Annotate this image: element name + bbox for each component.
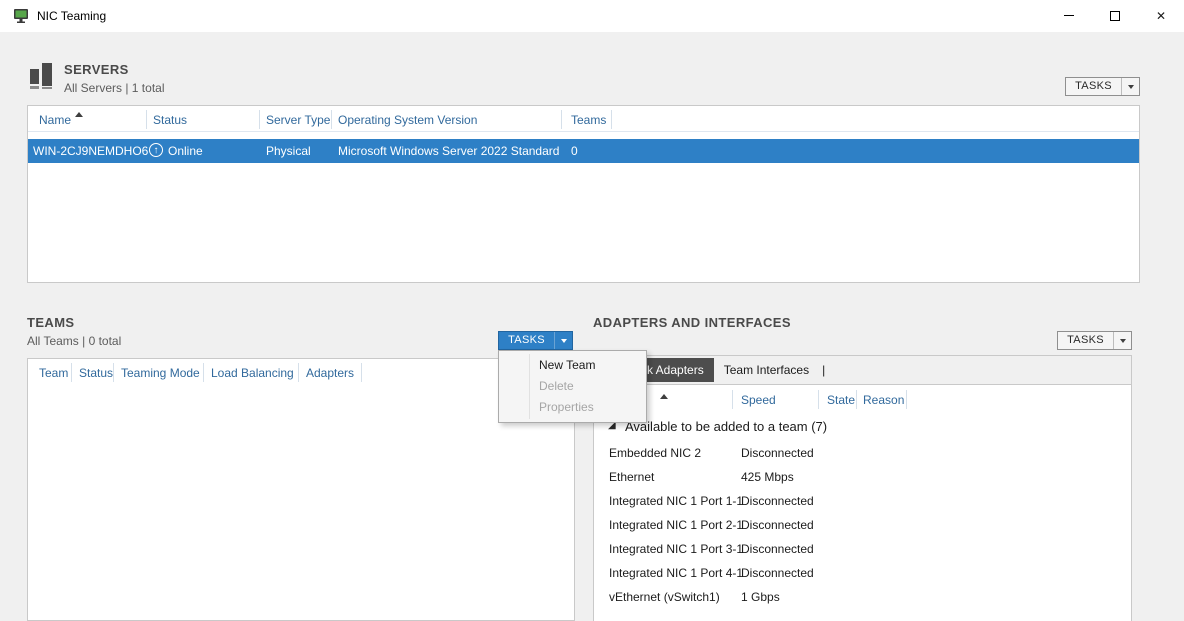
tab-separator: |	[822, 363, 825, 377]
servers-icon	[29, 62, 53, 90]
maximize-button[interactable]	[1092, 0, 1138, 31]
servers-col-status[interactable]: Status	[153, 113, 187, 127]
minimize-icon	[1064, 15, 1074, 16]
teams-table: Team Status Teaming Mode Load Balancing …	[27, 358, 575, 621]
column-separator	[818, 390, 819, 409]
adapter-group-row[interactable]: ◢ Available to be added to a team (7)	[594, 413, 1131, 441]
app-icon	[13, 8, 29, 24]
adapter-speed: Disconnected	[741, 494, 814, 508]
adapter-name: Embedded NIC 2	[609, 446, 701, 460]
adapter-speed: 1 Gbps	[741, 590, 780, 604]
sort-ascending-icon	[660, 394, 668, 399]
server-name: WIN-2CJ9NEMDHO6	[33, 144, 148, 158]
adapters-panel: Network Adapters Team Interfaces | Speed…	[593, 355, 1132, 621]
adapter-name: Ethernet	[609, 470, 654, 484]
chevron-down-icon	[1122, 78, 1139, 95]
servers-col-teams[interactable]: Teams	[571, 113, 606, 127]
chevron-down-icon	[1114, 332, 1131, 349]
adapter-row[interactable]: vEthernet (vSwitch1) 1 Gbps	[594, 585, 1131, 609]
adapter-name: Integrated NIC 1 Port 2-1	[609, 518, 743, 532]
teams-col-teaming-mode[interactable]: Teaming Mode	[121, 366, 200, 380]
minimize-button[interactable]	[1046, 0, 1092, 31]
adapter-speed: Disconnected	[741, 542, 814, 556]
adapters-col-reason[interactable]: Reason	[863, 393, 904, 407]
column-separator	[732, 390, 733, 409]
adapters-tasks-button[interactable]: TASKS	[1057, 331, 1132, 350]
teams-col-load-balancing[interactable]: Load Balancing	[211, 366, 294, 380]
menu-gutter-divider	[529, 354, 530, 419]
adapter-row[interactable]: Integrated NIC 1 Port 2-1 Disconnected	[594, 513, 1131, 537]
adapter-name: Integrated NIC 1 Port 4-1	[609, 566, 743, 580]
servers-section-subtitle: All Servers | 1 total	[64, 81, 165, 95]
adapter-row[interactable]: Integrated NIC 1 Port 4-1 Disconnected	[594, 561, 1131, 585]
adapter-row[interactable]: Embedded NIC 2 Disconnected	[594, 441, 1131, 465]
column-separator	[361, 363, 362, 382]
window-title: NIC Teaming	[37, 9, 106, 23]
teams-tasks-button[interactable]: TASKS	[498, 331, 573, 350]
servers-col-os-version[interactable]: Operating System Version	[338, 113, 477, 127]
adapters-tabs: Network Adapters Team Interfaces |	[594, 356, 1131, 385]
servers-col-name[interactable]: Name	[39, 113, 71, 127]
adapters-col-speed[interactable]: Speed	[741, 393, 776, 407]
servers-col-server-type[interactable]: Server Type	[266, 113, 330, 127]
title-bar: NIC Teaming ✕	[0, 0, 1184, 32]
adapter-row[interactable]: Integrated NIC 1 Port 1-1 Disconnected	[594, 489, 1131, 513]
online-status-icon: ↑	[149, 143, 163, 157]
teams-tasks-menu: New Team Delete Properties	[498, 350, 647, 423]
adapter-speed: Disconnected	[741, 518, 814, 532]
chevron-down-icon	[555, 332, 572, 349]
column-separator	[298, 363, 299, 382]
adapter-speed: 425 Mbps	[741, 470, 794, 484]
column-separator	[203, 363, 204, 382]
adapters-tasks-label: TASKS	[1058, 332, 1113, 349]
column-separator	[71, 363, 72, 382]
teams-section-subtitle: All Teams | 0 total	[27, 334, 121, 348]
column-separator	[331, 110, 332, 129]
close-icon: ✕	[1156, 9, 1166, 23]
adapter-row[interactable]: Integrated NIC 1 Port 3-1 Disconnected	[594, 537, 1131, 561]
servers-tasks-button[interactable]: TASKS	[1065, 77, 1140, 96]
servers-section-title: SERVERS	[64, 62, 129, 77]
servers-tasks-label: TASKS	[1066, 78, 1121, 95]
teams-col-team[interactable]: Team	[39, 366, 68, 380]
sort-ascending-icon	[75, 112, 83, 117]
adapters-table-header: Speed State Reason	[594, 385, 1131, 413]
menu-item-properties: Properties	[499, 397, 646, 418]
column-separator	[611, 110, 612, 129]
close-button[interactable]: ✕	[1138, 0, 1184, 31]
maximize-icon	[1110, 11, 1120, 21]
adapter-group-label: Available to be added to a team (7)	[625, 419, 827, 434]
adapter-row[interactable]: Ethernet 425 Mbps	[594, 465, 1131, 489]
adapters-col-state[interactable]: State	[827, 393, 855, 407]
teams-section-title: TEAMS	[27, 315, 75, 330]
teams-col-status[interactable]: Status	[79, 366, 113, 380]
column-separator	[113, 363, 114, 382]
adapter-name: vEthernet (vSwitch1)	[609, 590, 720, 604]
server-os-version: Microsoft Windows Server 2022 Standard	[338, 144, 559, 158]
column-separator	[146, 110, 147, 129]
column-separator	[856, 390, 857, 409]
menu-item-new-team[interactable]: New Team	[499, 355, 646, 376]
servers-table-header: Name Status Server Type Operating System…	[28, 106, 1139, 132]
column-separator	[906, 390, 907, 409]
adapter-name: Integrated NIC 1 Port 1-1	[609, 494, 743, 508]
adapter-name: Integrated NIC 1 Port 3-1	[609, 542, 743, 556]
column-separator	[561, 110, 562, 129]
tab-team-interfaces[interactable]: Team Interfaces	[714, 358, 819, 382]
adapters-section-title: ADAPTERS AND INTERFACES	[593, 315, 791, 330]
servers-table: Name Status Server Type Operating System…	[27, 105, 1140, 283]
server-row-selected[interactable]: WIN-2CJ9NEMDHO6 ↑ Online Physical Micros…	[28, 139, 1139, 163]
server-teams-count: 0	[571, 144, 578, 158]
adapter-speed: Disconnected	[741, 566, 814, 580]
teams-tasks-label: TASKS	[499, 332, 554, 349]
menu-item-delete: Delete	[499, 376, 646, 397]
teams-col-adapters[interactable]: Adapters	[306, 366, 354, 380]
adapter-speed: Disconnected	[741, 446, 814, 460]
teams-table-header: Team Status Teaming Mode Load Balancing …	[28, 359, 574, 385]
column-separator	[259, 110, 260, 129]
server-status: Online	[168, 144, 203, 158]
server-type: Physical	[266, 144, 311, 158]
